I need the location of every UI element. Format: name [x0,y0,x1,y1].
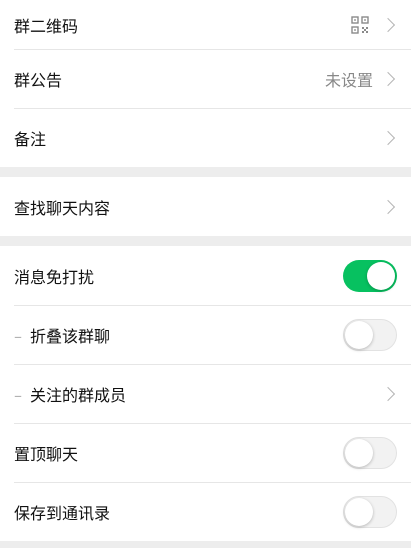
toggle-knob [345,320,373,349]
fold-row: – 折叠该群聊 [0,305,411,364]
mute-label: 消息免打扰 [14,267,95,287]
section-divider [0,236,411,246]
mute-row: 消息免打扰 [0,246,411,305]
mute-toggle[interactable] [343,259,397,292]
save-contacts-toggle[interactable] [343,495,397,528]
chevron-right-icon [380,17,396,32]
toggle-knob [345,497,373,526]
pin-row: 置顶聊天 [0,423,411,482]
settings-section: 消息免打扰 – 折叠该群聊 – 关注的群成员 置顶聊天 保存到通讯录 [0,246,411,541]
followed-members-row[interactable]: – 关注的群成员 [0,364,411,423]
fold-toggle[interactable] [343,318,397,351]
chevron-right-icon [380,199,396,214]
qr-code-icon [351,15,369,34]
remark-row[interactable]: 备注 [0,108,411,167]
fold-label-wrap: – 折叠该群聊 [14,323,343,347]
chevron-right-icon [380,71,396,86]
announcement-label: 群公告 [14,70,63,90]
qr-code-label: 群二维码 [14,16,79,36]
fold-label: 折叠该群聊 [30,326,111,346]
find-chat-row[interactable]: 查找聊天内容 [0,177,411,236]
announcement-value: 未设置 [324,70,373,90]
followed-members-label: 关注的群成员 [30,385,127,405]
followed-members-label-wrap: – 关注的群成员 [14,382,381,406]
indent-dash: – [14,326,22,346]
pin-toggle[interactable] [343,436,397,469]
section-divider [0,167,411,177]
group-info-section: 群二维码 群公告 未设置 备注 [0,0,411,167]
qr-code-row[interactable]: 群二维码 [0,0,411,49]
chevron-right-icon [380,130,396,145]
save-contacts-label: 保存到通讯录 [14,503,111,523]
chevron-right-icon [380,386,396,401]
find-chat-label: 查找聊天内容 [14,198,111,218]
pin-label: 置顶聊天 [14,444,79,464]
indent-dash: – [14,385,22,405]
search-section: 查找聊天内容 [0,177,411,236]
toggle-knob [367,261,395,290]
announcement-row[interactable]: 群公告 未设置 [0,49,411,108]
save-contacts-row: 保存到通讯录 [0,482,411,541]
toggle-knob [345,438,373,467]
remark-label: 备注 [14,129,47,149]
